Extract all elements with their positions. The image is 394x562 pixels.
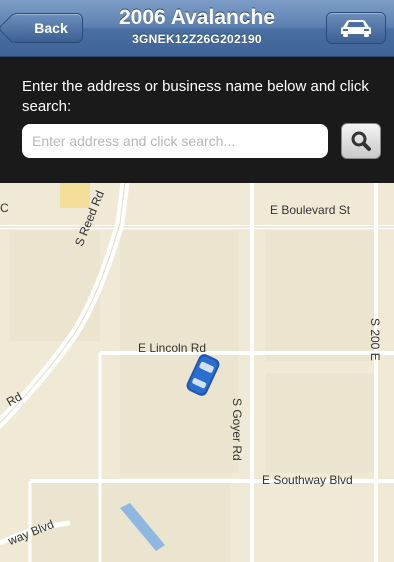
map-canvas: [0, 183, 394, 562]
back-button-label: Back: [34, 20, 68, 36]
back-button[interactable]: Back: [11, 13, 83, 43]
address-search-input[interactable]: [22, 124, 328, 158]
street-label-s-goyer: S Goyer Rd: [230, 398, 244, 461]
vehicle-button[interactable]: [326, 12, 386, 44]
car-icon: [341, 20, 371, 37]
street-label-e-lincoln: E Lincoln Rd: [138, 341, 207, 355]
vehicle-title: 2006 Avalanche: [118, 6, 276, 29]
vehicle-vin: 3GNEK12Z26G202190: [132, 32, 262, 46]
map-block: [120, 231, 238, 351]
map-block: [120, 355, 238, 473]
map-block: [266, 231, 376, 361]
map-block: [10, 231, 100, 341]
map-block: [266, 373, 376, 473]
map-area-yellow: [60, 183, 90, 208]
nav-bar: Back 2006 Avalanche 3GNEK12Z26G202190: [0, 0, 394, 57]
street-label-s-200-e: S 200 E: [368, 318, 382, 361]
magnifier-icon: [351, 131, 371, 151]
search-button[interactable]: [341, 123, 381, 159]
search-panel: Enter the address or business name below…: [0, 57, 394, 183]
street-label-e-southway: E Southway Blvd: [262, 473, 353, 487]
street-label-c: C: [0, 201, 9, 215]
search-instructions: Enter the address or business name below…: [22, 78, 369, 115]
street-label-e-boulevard: E Boulevard St: [270, 203, 351, 217]
map-view[interactable]: E Boulevard St C S Reed Rd E Lincoln Rd …: [0, 183, 394, 562]
